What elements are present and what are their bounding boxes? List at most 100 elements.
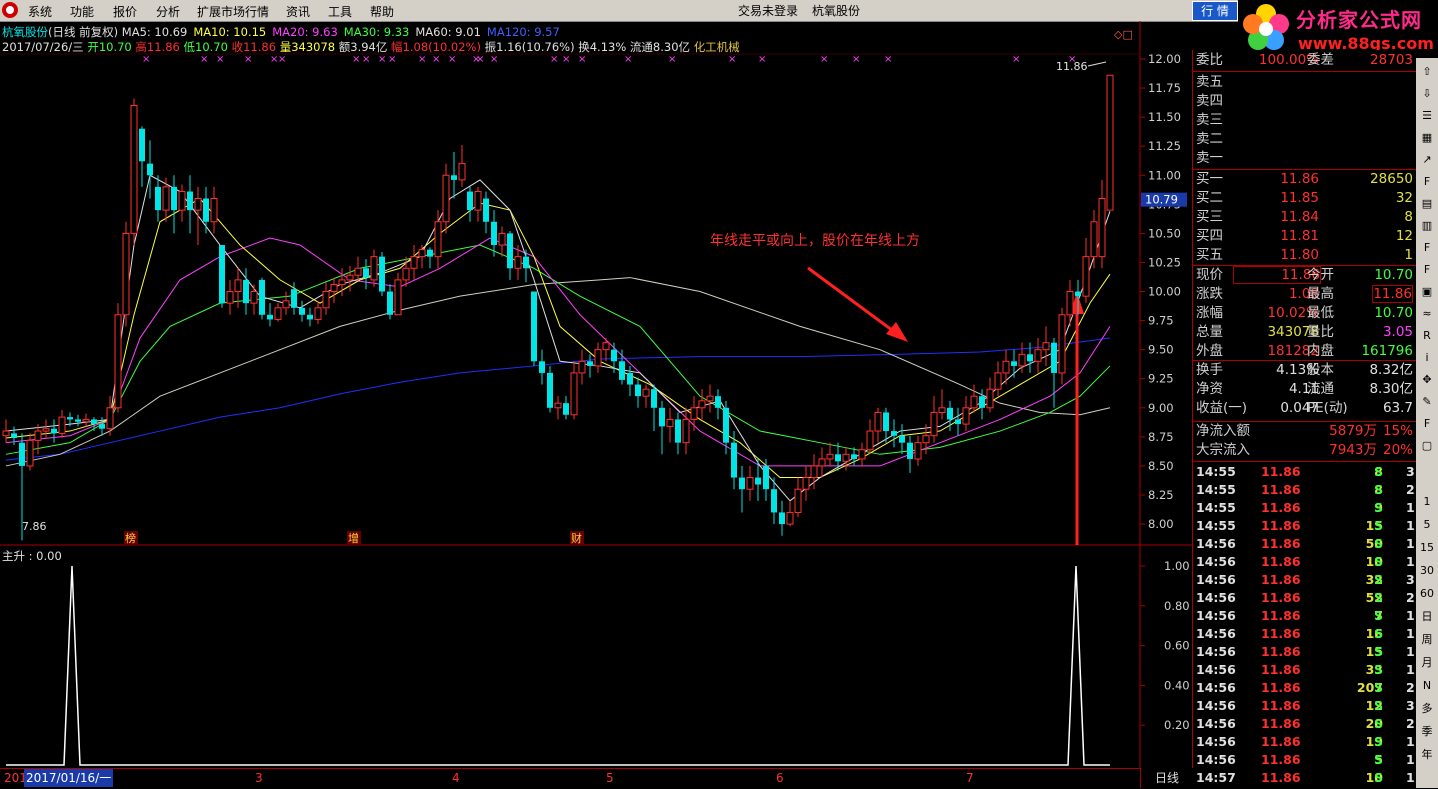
period-button-9[interactable]: 多: [1419, 701, 1435, 717]
candle-body[interactable]: [690, 407, 698, 420]
f12-icon[interactable]: F: [1419, 240, 1435, 256]
candle-body[interactable]: [835, 454, 841, 462]
candle-body[interactable]: [739, 477, 745, 490]
candle-body[interactable]: [234, 279, 242, 293]
candle-body[interactable]: [570, 372, 578, 416]
candle-body[interactable]: [114, 314, 122, 409]
menu-function[interactable]: 功能: [70, 3, 94, 20]
tick-row[interactable]: 14:57 11.86 10 S 1: [1193, 769, 1417, 787]
candle-body[interactable]: [387, 291, 393, 315]
candle-body[interactable]: [666, 418, 674, 427]
candle-body[interactable]: [682, 418, 690, 444]
candle-body[interactable]: [907, 442, 913, 459]
candle-body[interactable]: [1027, 354, 1033, 362]
candle-body[interactable]: [51, 428, 57, 434]
candle-body[interactable]: [330, 284, 338, 293]
candle-body[interactable]: [147, 163, 153, 176]
candle-body[interactable]: [178, 191, 186, 211]
candle-body[interactable]: [434, 221, 442, 258]
candle-body[interactable]: [659, 407, 665, 427]
period-button-11[interactable]: 年: [1419, 747, 1435, 763]
candle-body[interactable]: [451, 175, 457, 180]
pen-icon[interactable]: ✎: [1419, 394, 1435, 410]
period-button-2[interactable]: 15: [1419, 540, 1435, 556]
candle-body[interactable]: [1106, 74, 1114, 211]
event-badge[interactable]: 财: [571, 531, 582, 545]
menu-system[interactable]: 系统: [28, 3, 52, 20]
candle-body[interactable]: [26, 439, 34, 467]
candle-body[interactable]: [162, 186, 170, 211]
candle-body[interactable]: [642, 388, 650, 397]
tick-row[interactable]: 14:56 11.86 20 S 2: [1193, 715, 1417, 733]
candle-body[interactable]: [226, 291, 234, 304]
candle-body[interactable]: [1090, 221, 1098, 258]
period-button-7[interactable]: 月: [1419, 655, 1435, 671]
candle-body[interactable]: [563, 403, 569, 415]
calc-icon[interactable]: ▣: [1419, 284, 1435, 300]
tick-row[interactable]: 14:56 11.86 5 S 1: [1193, 751, 1417, 769]
candle-body[interactable]: [250, 291, 258, 304]
candle-body[interactable]: [171, 186, 177, 211]
event-badge[interactable]: 榜: [125, 531, 136, 545]
candle-body[interactable]: [794, 488, 802, 513]
menu-quote[interactable]: 报价: [113, 3, 137, 20]
chart-option-icon[interactable]: ◇□: [1114, 28, 1133, 41]
candle-body[interactable]: [979, 396, 985, 408]
menu-tools[interactable]: 工具: [328, 3, 352, 20]
candle-body[interactable]: [274, 307, 282, 320]
candle-body[interactable]: [1011, 361, 1017, 366]
candle-body[interactable]: [219, 245, 225, 304]
period-button-3[interactable]: 30: [1419, 563, 1435, 579]
candle-body[interactable]: [930, 411, 938, 437]
candle-body[interactable]: [715, 396, 721, 408]
candle-body[interactable]: [467, 191, 473, 211]
candle-body[interactable]: [514, 256, 522, 269]
period-button-5[interactable]: 日: [1419, 609, 1435, 625]
candle-body[interactable]: [938, 407, 946, 413]
candle-body[interactable]: [82, 418, 90, 423]
candle-body[interactable]: [338, 279, 346, 286]
candle-body[interactable]: [1058, 314, 1066, 374]
candlestick-chart[interactable]: ◇□ 12.0011.7511.5011.2511.0010.7510.5010…: [0, 21, 1192, 788]
time-label-current[interactable]: 2017/01/16/一: [24, 769, 114, 787]
candle-body[interactable]: [786, 511, 794, 525]
candle-body[interactable]: [442, 174, 450, 223]
candle-body[interactable]: [458, 163, 466, 181]
candle-body[interactable]: [611, 349, 617, 362]
candle-body[interactable]: [122, 232, 130, 316]
market-tab-button[interactable]: 行 情: [1192, 1, 1238, 21]
candle-body[interactable]: [818, 458, 826, 467]
candle-body[interactable]: [947, 407, 953, 420]
candle-body[interactable]: [194, 198, 202, 211]
candle-body[interactable]: [771, 489, 777, 513]
tick-row[interactable]: 14:56 11.86 52 S 2: [1193, 589, 1417, 607]
candle-body[interactable]: [307, 314, 313, 320]
candle-body[interactable]: [554, 402, 562, 409]
candle-body[interactable]: [427, 249, 433, 257]
candle-body[interactable]: [851, 454, 857, 459]
candle-body[interactable]: [731, 442, 737, 478]
candle-body[interactable]: [491, 221, 497, 246]
candle-body[interactable]: [2, 430, 10, 437]
event-badge[interactable]: 增: [348, 531, 359, 545]
menu-news[interactable]: 资讯: [286, 3, 310, 20]
candle-body[interactable]: [291, 289, 297, 308]
period-button-0[interactable]: 1: [1419, 494, 1435, 510]
candle-body[interactable]: [498, 232, 506, 246]
tick-row[interactable]: 14:56 11.86 33 S 1: [1193, 661, 1417, 679]
candle-body[interactable]: [755, 477, 761, 485]
candle-body[interactable]: [763, 465, 769, 490]
candle-body[interactable]: [698, 400, 706, 409]
candle-body[interactable]: [410, 256, 418, 269]
candle-body[interactable]: [259, 279, 265, 315]
candle-body[interactable]: [547, 372, 553, 408]
menu-analysis[interactable]: 分析: [156, 3, 180, 20]
tick-row[interactable]: 14:56 11.86 10 S 1: [1193, 553, 1417, 571]
tick-row[interactable]: 14:56 11.86 7 S 1: [1193, 607, 1417, 625]
candle-body[interactable]: [883, 412, 889, 432]
candle-body[interactable]: [899, 435, 905, 443]
candle-body[interactable]: [746, 477, 754, 490]
grid-icon[interactable]: ▦: [1419, 130, 1435, 146]
tick-row[interactable]: 14:56 11.86 32 S 3: [1193, 571, 1417, 589]
tick-row[interactable]: 14:55 11.86 8 S 2: [1193, 481, 1417, 499]
